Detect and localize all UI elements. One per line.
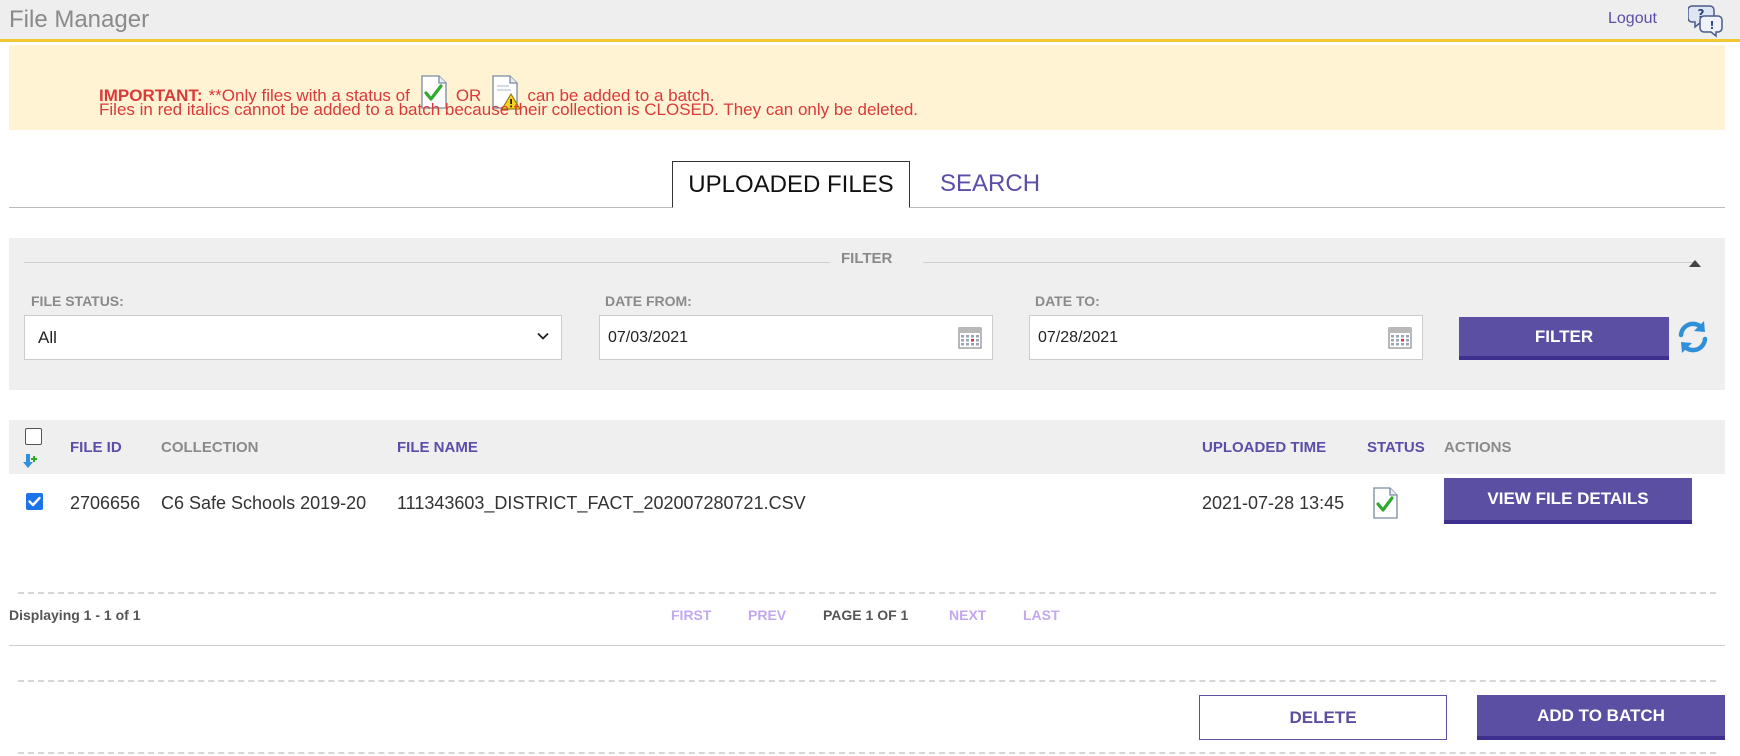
row-checkbox[interactable] — [26, 493, 43, 510]
filter-legend: FILTER — [841, 250, 893, 267]
filter-button[interactable]: FILTER — [1459, 317, 1669, 360]
column-file-id[interactable]: FILE ID — [70, 439, 122, 456]
cell-uploaded-time: 2021-07-28 13:45 — [1202, 493, 1345, 513]
chevron-down-icon — [537, 332, 549, 340]
calendar-icon[interactable] — [1388, 327, 1412, 349]
date-from-value: 07/03/2021 — [608, 329, 689, 346]
date-from-input[interactable]: 07/03/2021 — [599, 315, 993, 360]
logout-link[interactable]: Logout — [1608, 10, 1657, 28]
file-status-label: FILE STATUS: — [31, 293, 124, 309]
table-header: FILE ID COLLECTION FILE NAME UPLOADED TI… — [9, 420, 1725, 474]
date-to-value: 07/28/2021 — [1038, 329, 1119, 346]
pager-current-page: PAGE 1 OF 1 — [823, 607, 909, 623]
file-status-select[interactable]: All — [24, 315, 562, 360]
pager-first[interactable]: FIRST — [671, 607, 711, 623]
date-to-input[interactable]: 07/28/2021 — [1029, 315, 1423, 360]
collapse-up-icon[interactable] — [1689, 260, 1701, 267]
tab-search[interactable]: SEARCH — [940, 170, 1040, 198]
app-title: File Manager — [9, 6, 150, 33]
filter-panel: FILTER FILE STATUS: All DATE FROM: 07/03… — [9, 238, 1725, 390]
cell-collection: C6 Safe Schools 2019-20 — [161, 493, 367, 513]
svg-text:!: ! — [1709, 19, 1714, 32]
column-file-name[interactable]: FILE NAME — [397, 439, 478, 456]
cell-file-id: 2706656 — [70, 493, 141, 513]
dashed-divider — [18, 592, 1716, 594]
notice-line-2: Files in red italics cannot be added to … — [99, 100, 918, 119]
table-row: 2706656 C6 Safe Schools 2019-20 11134360… — [9, 478, 1725, 526]
date-from-label: DATE FROM: — [605, 293, 692, 309]
file-status-value: All — [38, 328, 57, 347]
help-question-icon[interactable]: ? ! — [1688, 2, 1724, 38]
column-status[interactable]: STATUS — [1367, 439, 1425, 456]
pager-last[interactable]: LAST — [1023, 607, 1060, 623]
top-bar: File Manager Logout ? ! — [0, 0, 1740, 42]
filter-divider-left — [24, 262, 830, 263]
pager-prev[interactable]: PREV — [748, 607, 786, 623]
important-notice: IMPORTANT: **Only files with a status of… — [9, 45, 1725, 130]
date-to-label: DATE TO: — [1035, 293, 1100, 309]
refresh-icon[interactable] — [1674, 318, 1712, 356]
column-collection: COLLECTION — [161, 439, 259, 456]
displaying-count: Displaying 1 - 1 of 1 — [9, 607, 141, 623]
view-file-details-button[interactable]: VIEW FILE DETAILS — [1444, 478, 1692, 524]
column-actions: ACTIONS — [1444, 439, 1512, 456]
calendar-icon[interactable] — [958, 327, 982, 349]
dashed-divider — [18, 680, 1716, 682]
cell-file-name: 111343603_DISTRICT_FACT_202007280721.CSV — [397, 493, 806, 513]
add-to-batch-button[interactable]: ADD TO BATCH — [1477, 695, 1725, 740]
dashed-divider — [18, 752, 1716, 754]
pager-next[interactable]: NEXT — [949, 607, 986, 623]
filter-divider-right — [923, 262, 1695, 263]
pager-divider — [9, 645, 1725, 646]
tab-uploaded-files[interactable]: UPLOADED FILES — [672, 161, 910, 208]
check-icon — [28, 496, 41, 507]
select-all-checkbox[interactable] — [25, 428, 42, 445]
delete-button[interactable]: DELETE — [1199, 695, 1447, 740]
file-ok-icon — [1373, 487, 1398, 519]
column-uploaded-time[interactable]: UPLOADED TIME — [1202, 439, 1326, 456]
sort-arrow-icon[interactable] — [21, 453, 39, 469]
